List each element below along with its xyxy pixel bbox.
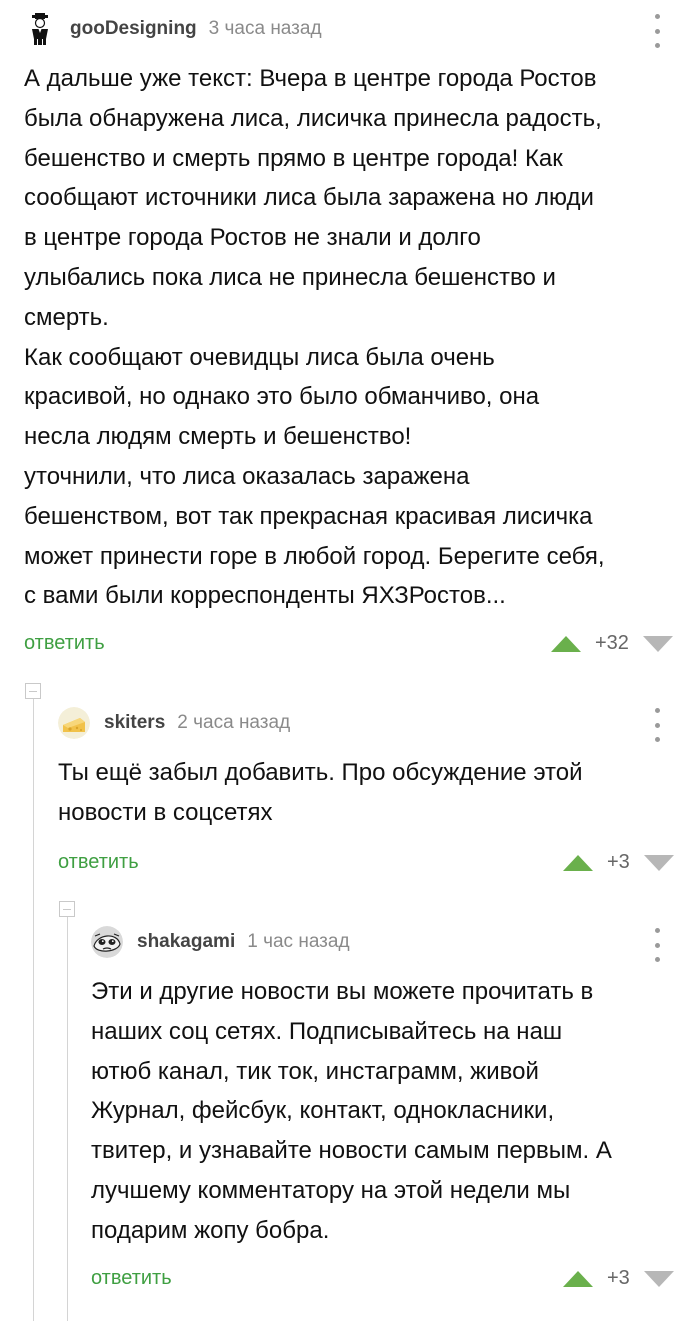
thread-line-level-2[interactable] [67, 917, 68, 1321]
yellow-cheese-icon [58, 707, 90, 739]
comment-header: skiters 2 часа назад [58, 707, 290, 739]
sketch-face-icon [91, 926, 123, 958]
user-avatar[interactable] [24, 13, 56, 45]
reply-link[interactable]: ответить [91, 1267, 172, 1290]
comment-text: Ты ещё забыл добавить. Про обсуждение эт… [58, 759, 583, 826]
reply-link[interactable]: ответить [24, 632, 105, 655]
upvote-icon[interactable] [551, 635, 581, 652]
upvote-icon[interactable] [563, 1270, 593, 1287]
comment-header: gooDesigning 3 часа назад [24, 13, 322, 45]
more-options-icon[interactable] [650, 14, 664, 48]
comment-time: 3 часа назад [208, 18, 322, 39]
thread-line-level-1[interactable] [33, 699, 34, 1321]
comment-text: А дальше уже текст: Вчера в центре город… [24, 65, 605, 610]
comment-author[interactable]: skiters [104, 712, 165, 734]
comment-header: shakagami 1 час назад [91, 926, 350, 958]
downvote-icon[interactable] [642, 635, 673, 652]
rating-score: +32 [595, 632, 629, 654]
comment-author[interactable]: shakagami [137, 931, 235, 953]
collapse-thread-button[interactable] [25, 683, 41, 699]
comment-rating: +3 [563, 851, 674, 874]
comment-rating: +32 [551, 632, 673, 655]
man-in-black-suit-icon [24, 13, 56, 45]
rating-score: +3 [607, 851, 630, 873]
more-options-icon[interactable] [650, 708, 664, 742]
rating-score: +3 [607, 1267, 630, 1289]
downvote-icon[interactable] [643, 1270, 674, 1287]
comment-time: 1 час назад [247, 931, 350, 952]
downvote-icon[interactable] [643, 854, 674, 871]
user-avatar[interactable] [58, 707, 90, 739]
upvote-icon[interactable] [563, 854, 593, 871]
user-avatar[interactable] [91, 926, 123, 958]
comment-time: 2 часа назад [177, 712, 291, 733]
reply-link[interactable]: ответить [58, 851, 139, 874]
comment-rating: +3 [563, 1267, 674, 1290]
more-options-icon[interactable] [650, 928, 664, 962]
collapse-thread-button[interactable] [59, 901, 75, 917]
comment-text: Эти и другие новости вы можете прочитать… [91, 978, 612, 1244]
comment-author[interactable]: gooDesigning [70, 18, 197, 40]
